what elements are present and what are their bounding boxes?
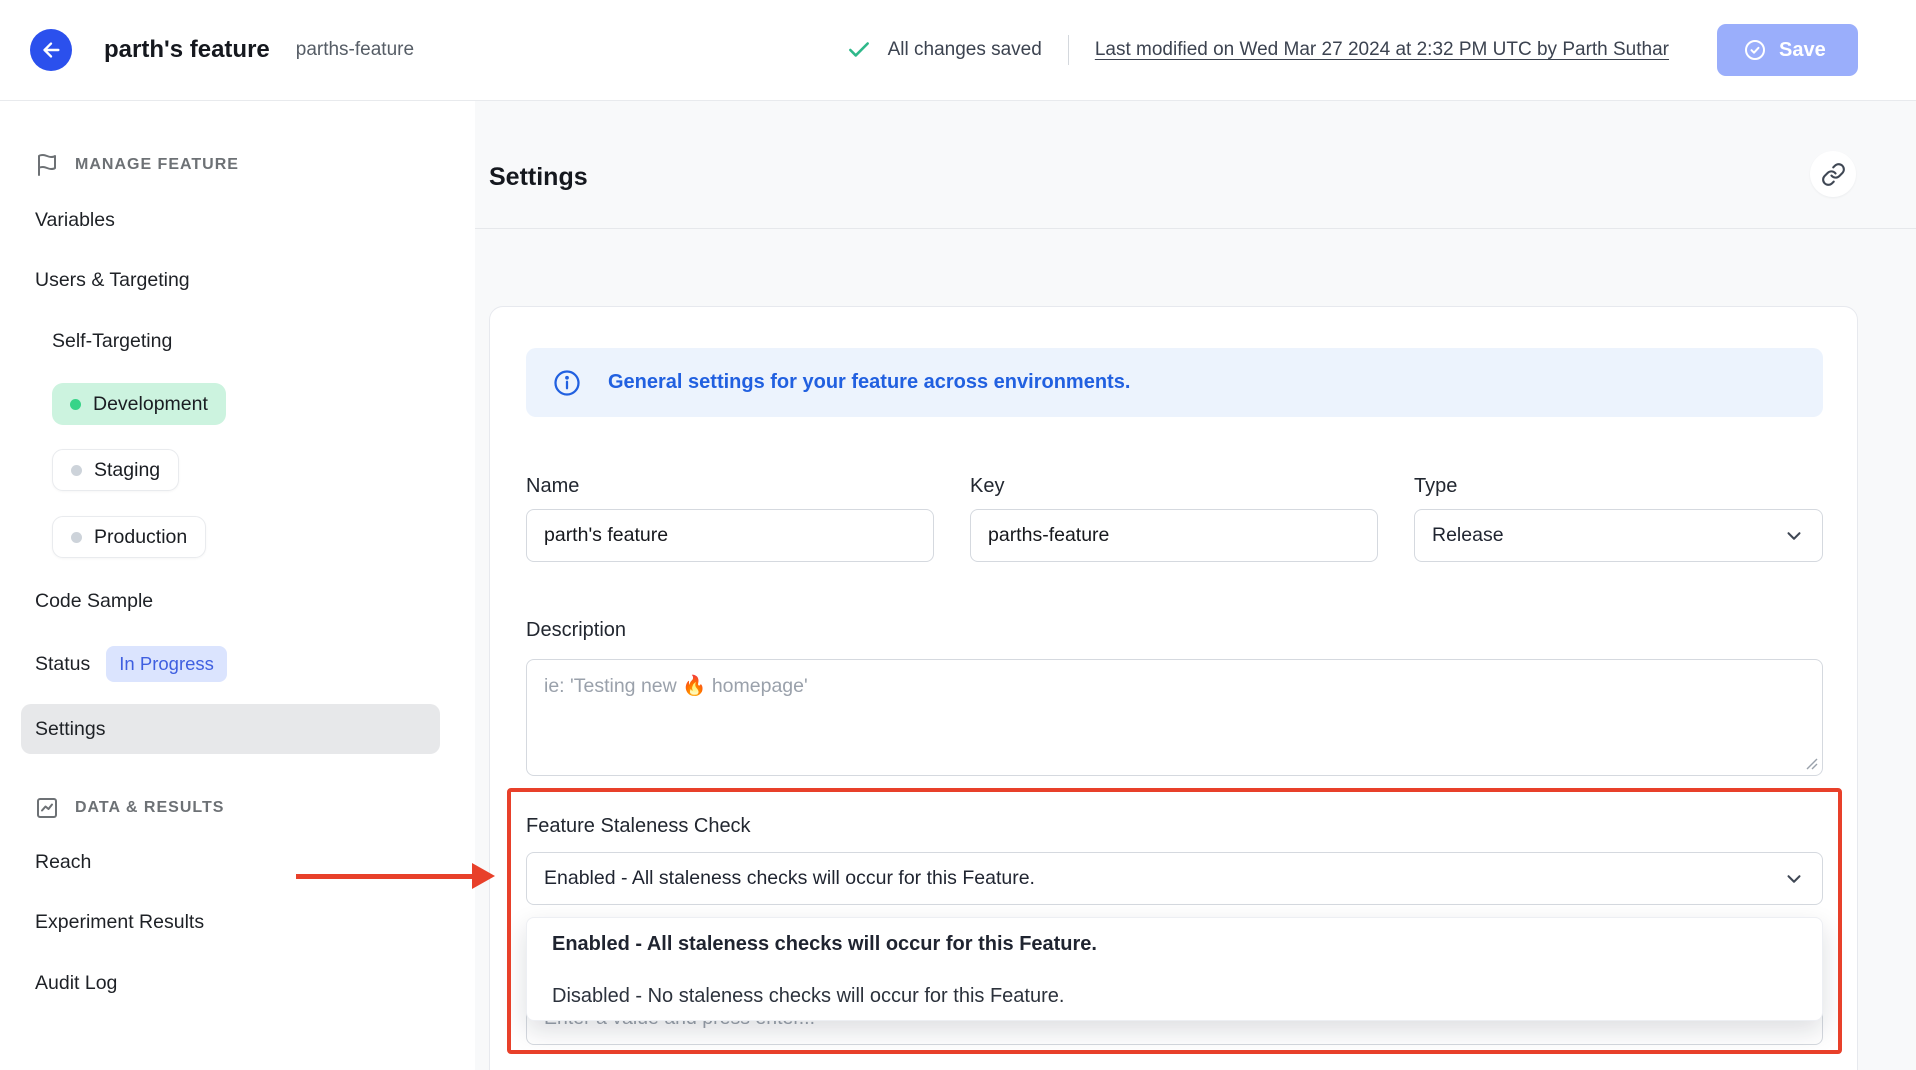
manage-feature-section-label: MANAGE FEATURE — [75, 156, 239, 174]
staleness-dropdown: Enabled - All staleness checks will occu… — [526, 917, 1823, 1021]
resize-handle-icon[interactable] — [1804, 756, 1818, 770]
type-select[interactable]: Release — [1414, 509, 1823, 562]
sidebar-item-audit-log[interactable]: Audit Log — [35, 968, 117, 998]
last-modified-link[interactable]: Last modified on Wed Mar 27 2024 at 2:32… — [1095, 39, 1669, 61]
sidebar-item-self-targeting[interactable]: Self-Targeting — [52, 326, 172, 356]
sidebar: MANAGE FEATURE Variables Users & Targeti… — [0, 101, 475, 1070]
main-content: Settings General settings for your featu… — [475, 101, 1916, 1070]
env-label-production: Production — [94, 526, 187, 549]
description-label: Description — [526, 619, 626, 642]
copy-link-button[interactable] — [1810, 151, 1856, 197]
manage-feature-section-header: MANAGE FEATURE — [35, 153, 239, 177]
env-dot-staging — [71, 465, 82, 476]
sidebar-item-code-sample[interactable]: Code Sample — [35, 586, 153, 616]
check-icon — [846, 37, 872, 63]
chevron-down-icon — [1783, 525, 1805, 547]
staleness-option-disabled[interactable]: Disabled - No staleness checks will occu… — [527, 970, 1822, 1021]
env-pill-production[interactable]: Production — [52, 516, 206, 558]
env-label-development: Development — [93, 393, 208, 416]
chart-icon — [35, 796, 59, 820]
banner-text: General settings for your feature across… — [608, 371, 1130, 394]
data-results-section-header: DATA & RESULTS — [35, 796, 224, 820]
data-results-section-label: DATA & RESULTS — [75, 799, 224, 817]
info-icon — [552, 368, 582, 398]
page-title: Settings — [489, 163, 588, 192]
link-icon — [1821, 162, 1846, 187]
sidebar-item-experiment-results[interactable]: Experiment Results — [35, 907, 204, 937]
staleness-label: Feature Staleness Check — [526, 815, 751, 838]
sidebar-item-users-targeting[interactable]: Users & Targeting — [35, 265, 190, 295]
env-label-staging: Staging — [94, 459, 160, 482]
env-dot-development — [70, 399, 81, 410]
header: parth's feature parths-feature All chang… — [0, 0, 1916, 101]
staleness-select[interactable]: Enabled - All staleness checks will occu… — [526, 852, 1823, 905]
header-divider — [1068, 35, 1069, 65]
flag-icon — [35, 153, 59, 177]
save-button-label: Save — [1779, 39, 1826, 62]
env-pill-development[interactable]: Development — [52, 383, 226, 425]
sidebar-item-status[interactable]: Status In Progress — [35, 646, 227, 682]
key-label: Key — [970, 475, 1378, 498]
sidebar-item-variables[interactable]: Variables — [35, 205, 115, 235]
type-label: Type — [1414, 475, 1823, 498]
save-button[interactable]: Save — [1717, 24, 1858, 76]
status-label: Status — [35, 649, 90, 679]
info-banner: General settings for your feature across… — [526, 348, 1823, 417]
settings-item-label: Settings — [35, 714, 105, 744]
env-pill-staging[interactable]: Staging — [52, 449, 179, 491]
sidebar-item-settings[interactable]: Settings — [21, 704, 440, 754]
back-button[interactable] — [30, 29, 72, 71]
settings-card: General settings for your feature across… — [489, 306, 1858, 1070]
settings-titlebar: Settings — [475, 101, 1916, 229]
check-circle-icon — [1743, 38, 1767, 62]
description-textarea[interactable] — [526, 659, 1823, 776]
staleness-option-enabled[interactable]: Enabled - All staleness checks will occu… — [527, 918, 1822, 970]
name-input[interactable] — [526, 509, 934, 562]
key-input[interactable] — [970, 509, 1378, 562]
staleness-select-value: Enabled - All staleness checks will occu… — [544, 867, 1035, 890]
name-label: Name — [526, 475, 934, 498]
status-badge: In Progress — [106, 646, 227, 682]
sidebar-item-reach[interactable]: Reach — [35, 847, 91, 877]
type-select-value: Release — [1432, 524, 1504, 547]
arrow-left-icon — [40, 39, 62, 61]
saved-status-text: All changes saved — [888, 39, 1042, 61]
saved-status-group: All changes saved — [846, 37, 1042, 63]
feature-title: parth's feature — [104, 36, 270, 64]
chevron-down-icon — [1783, 868, 1805, 890]
feature-key: parths-feature — [296, 39, 414, 61]
env-dot-production — [71, 532, 82, 543]
